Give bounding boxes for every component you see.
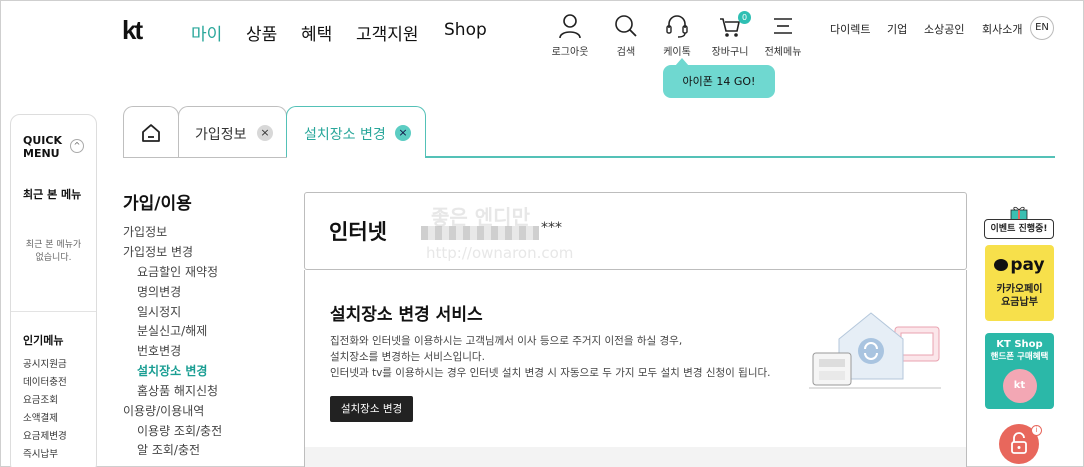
popular-item[interactable]: 데이터충전 (23, 374, 67, 392)
kt-shop-banner[interactable]: KT Shop 핸드폰 구매혜택 kt (985, 333, 1054, 409)
lnb-item[interactable]: 명의변경 (137, 283, 181, 300)
home-icon (142, 124, 160, 142)
gnb-support[interactable]: 고객지원 (356, 20, 419, 45)
toplink-small-business[interactable]: 소상공인 (924, 21, 964, 37)
logout-label: 로그아웃 (551, 47, 589, 58)
popular-item[interactable]: 즉시납부 (23, 446, 67, 464)
cart-count-badge: 0 (738, 11, 751, 24)
gnb-shop[interactable]: Shop (444, 20, 487, 40)
event-in-progress-tag: 이벤트 진행중! (984, 219, 1054, 239)
kakaopay-banner[interactable]: pay 카카오페이 요금납부 (985, 245, 1054, 321)
cart-label: 장바구니 (711, 47, 749, 58)
tab-close-icon[interactable]: × (257, 125, 273, 141)
popular-item[interactable]: 요금조회 (23, 392, 67, 410)
search-label: 검색 (616, 47, 636, 58)
tab-subscription-info[interactable]: 가입정보 × (178, 106, 287, 158)
lock-info-badge: i (1031, 425, 1042, 436)
logout-button[interactable]: 로그아웃 (540, 13, 600, 58)
lnb-item[interactable]: 홈상품 해지신청 (137, 382, 218, 399)
lnb-item[interactable]: 이용량/이용내역 (123, 402, 204, 419)
change-installation-button[interactable]: 설치장소 변경 (330, 396, 413, 422)
gnb-my[interactable]: 마이 (191, 20, 222, 45)
hamburger-icon (774, 18, 792, 34)
kt-talk-label: 케이톡 (663, 47, 691, 58)
service-desc-1: 집전화와 인터넷을 이용하시는 고객님께서 이사 등으로 주거지 이전을 하실 … (330, 335, 683, 347)
lnb-item[interactable]: 이용량 조회/충전 (137, 422, 222, 439)
all-menu-label: 전체메뉴 (764, 47, 802, 58)
product-summary-box (304, 192, 967, 270)
all-menu-button[interactable]: 전체메뉴 (753, 13, 813, 58)
toplink-enterprise[interactable]: 기업 (887, 21, 907, 37)
kakaopay-line2: 요금납부 (1001, 297, 1038, 308)
popular-item[interactable]: 공시지원금 (23, 356, 67, 374)
popular-menu-title: 인기메뉴 (23, 334, 64, 347)
lnb-item[interactable]: 알 조회/충전 (137, 441, 200, 458)
user-icon (559, 14, 581, 39)
kt-shop-heart-badge: kt (1002, 369, 1037, 403)
popular-item[interactable]: 요금제변경 (23, 428, 67, 446)
kt-shop-line2: 핸드폰 구매혜택 (990, 352, 1049, 362)
lnb-item-selected[interactable]: 설치장소 변경 (137, 362, 207, 379)
toplink-company[interactable]: 회사소개 (982, 21, 1022, 37)
kakaopay-logo: pay (985, 255, 1054, 275)
watermark-text: 좋은 엔디만 (431, 205, 530, 229)
lnb-item[interactable]: 가입정보 변경 (123, 243, 193, 260)
account-id-suffix: *** (541, 220, 562, 236)
kt-shop-line1: KT Shop (996, 339, 1043, 350)
service-desc-3: 인터넷과 tv를 이용하시는 경우 인터넷 설치 변경 시 자동으로 두 가지 … (330, 367, 771, 379)
gift-icon (1010, 206, 1028, 220)
cart-button[interactable]: 장바구니 (700, 13, 760, 58)
product-name: 인터넷 (329, 220, 387, 244)
tab-label: 설치장소 변경 (304, 127, 386, 143)
lnb-item[interactable]: 요금할인 재약정 (137, 263, 218, 280)
tab-installation-change[interactable]: 설치장소 변경 × (286, 106, 426, 158)
quick-menu-collapse-button[interactable]: ^ (70, 139, 84, 153)
popular-menu-list: 공시지원금 데이터충전 요금조회 소액결제 요금제변경 즉시납부 (23, 356, 67, 464)
quick-menu-divider (11, 311, 96, 312)
service-title: 설치장소 변경 서비스 (330, 305, 483, 325)
quick-menu-title: QUICK MENU (23, 134, 62, 160)
lnb-title: 가입/이용 (123, 194, 192, 214)
gnb-products[interactable]: 상품 (246, 20, 277, 45)
kakaopay-line1: 카카오페이 (996, 284, 1043, 295)
tab-baseline (425, 156, 1055, 158)
gnb-benefits[interactable]: 혜택 (301, 20, 332, 45)
toplink-direct[interactable]: 다이렉트 (830, 21, 870, 37)
watermark-url: http://ownaron.com (426, 244, 574, 262)
recent-menu-empty: 최근 본 메뉴가 없습니다. (25, 240, 82, 263)
lnb-item[interactable]: 가입정보 (123, 223, 167, 240)
content-bottom-bar (305, 447, 966, 467)
lnb-item[interactable]: 분실신고/해제 (137, 322, 207, 339)
kt-logo[interactable]: kt (122, 15, 143, 46)
service-desc-2: 설치장소를 변경하는 서비스입니다. (330, 351, 485, 363)
recent-menu-title: 최근 본 메뉴 (23, 188, 82, 201)
tab-baseline-left (123, 157, 287, 158)
popular-item[interactable]: 소액결제 (23, 410, 67, 428)
lnb-item[interactable]: 번호변경 (137, 342, 181, 359)
iphone-promo-tooltip[interactable]: 아이폰 14 GO! (663, 58, 775, 98)
kt-talk-button[interactable]: 케이톡 (647, 13, 707, 58)
lnb-item[interactable]: 일시정지 (137, 303, 181, 320)
headset-icon (666, 15, 688, 38)
house-move-illustration (809, 312, 941, 389)
tab-home[interactable] (123, 106, 179, 158)
search-icon (615, 15, 637, 37)
tab-label: 가입정보 (195, 127, 247, 143)
language-en-button[interactable]: EN (1030, 16, 1054, 40)
tab-close-icon[interactable]: × (395, 125, 411, 141)
